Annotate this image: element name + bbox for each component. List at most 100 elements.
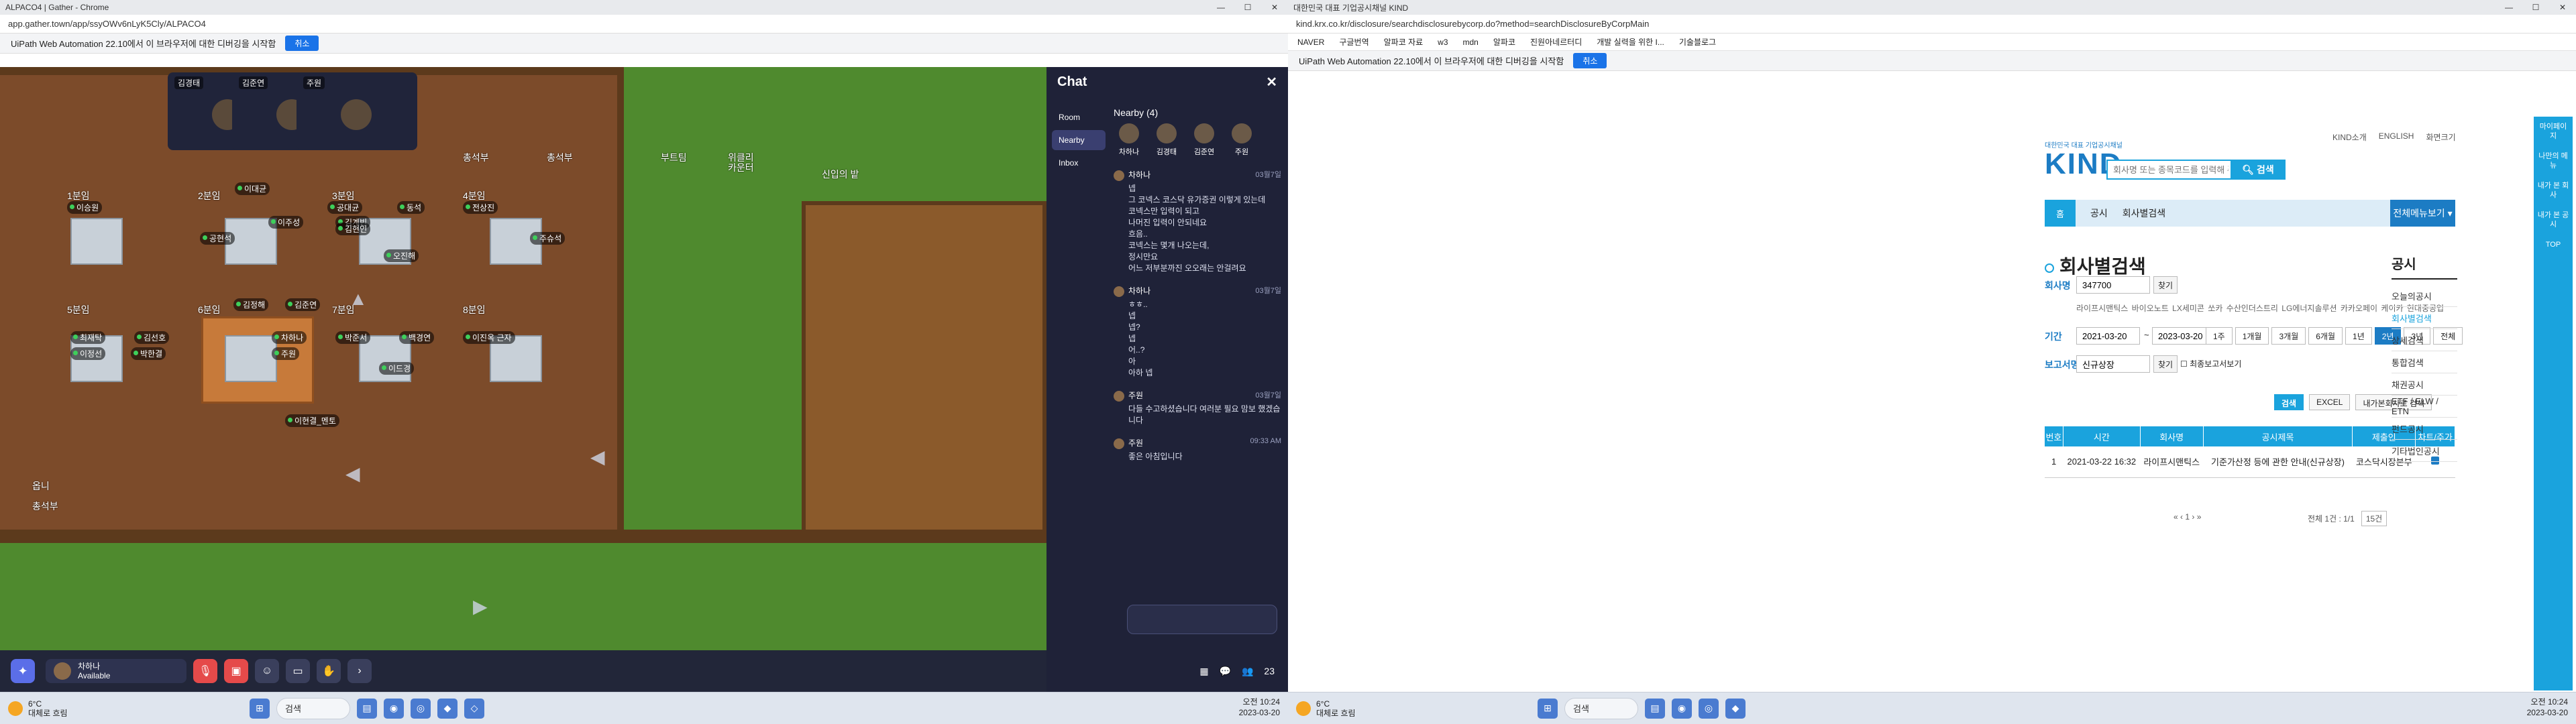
table-cell[interactable]: 라이프시맨틱스 (2140, 446, 2204, 478)
minimize-button[interactable]: — (2496, 0, 2522, 15)
bookmark-item[interactable]: 개발 실력을 위한 I... (1597, 36, 1664, 48)
player-name[interactable]: 주슈석 (530, 232, 566, 245)
side-menu-item[interactable]: 펀드공시 (2392, 418, 2457, 440)
player-name[interactable]: 이대균 (235, 182, 270, 195)
side-menu-item[interactable]: 상세검색 (2392, 329, 2457, 351)
player-name[interactable]: 김선호 (134, 331, 170, 344)
chat-tab-nearby[interactable]: Nearby (1052, 130, 1106, 150)
bookmark-item[interactable]: mdn (1463, 38, 1479, 47)
player-name[interactable]: 이진옥 근자 (463, 331, 515, 344)
player-name[interactable]: 이현결_멘토 (285, 414, 339, 427)
close-button[interactable]: ✕ (2549, 0, 2576, 15)
player-name[interactable]: 김정해 (233, 298, 269, 311)
rail-item[interactable]: 내가 본 공시 (2534, 205, 2573, 235)
player-name[interactable]: 최재탁 (70, 331, 106, 344)
file-explorer-icon[interactable]: ▤ (357, 698, 377, 719)
app-icon[interactable]: ◇ (464, 698, 484, 719)
player-name[interactable]: 김현인 (335, 223, 371, 235)
start-icon[interactable]: ⊞ (250, 698, 270, 719)
period-button[interactable]: 1년 (2345, 327, 2372, 345)
weather-widget[interactable]: 6°C 대체로 흐림 (1296, 699, 1417, 718)
player-name[interactable]: 주원 (272, 347, 300, 360)
bookmark-item[interactable]: 알파코 자료 (1384, 36, 1424, 48)
final-report-checkbox[interactable]: ☐ 최종보고서보기 (2180, 358, 2241, 369)
breadcrumb-item[interactable]: 공시 (2076, 206, 2108, 220)
table-cell[interactable]: 2021-03-22 16:32 (2063, 446, 2141, 478)
chevron-right-icon[interactable]: › (347, 659, 372, 683)
screen-share-icon[interactable]: ▭ (286, 659, 310, 683)
close-icon[interactable]: ✕ (1266, 74, 1277, 90)
weather-widget[interactable]: 6°C 대체로 흐림 (8, 699, 129, 718)
maximize-button[interactable]: ☐ (1234, 0, 1261, 15)
side-menu-item[interactable]: 회사별검색 (2392, 307, 2457, 329)
player-name[interactable]: 박한결 (131, 347, 166, 360)
report-find-button[interactable]: 찾기 (2153, 355, 2178, 373)
nearby-user[interactable]: 차하나 (1114, 123, 1144, 157)
top-link[interactable]: KIND소개 (2332, 131, 2367, 143)
player-name[interactable]: 동석 (397, 201, 425, 214)
gather-logo-icon[interactable]: ✦ (11, 659, 35, 683)
address-bar[interactable]: app.gather.town/app/ssyOWv6nLyK5Cly/ALPA… (0, 15, 1288, 34)
company-suggestions[interactable]: 라이프시맨틱스 바이오노트 LX세미콘 쏘카 수산인더스트리 LG에너지솔루션 … (2076, 302, 2444, 314)
chat-input[interactable] (1127, 605, 1277, 634)
clock[interactable]: 오전 10:24 2023-03-20 (2527, 697, 2568, 718)
player-name[interactable]: 이드경 (379, 362, 415, 375)
app-icon[interactable]: ◆ (1725, 698, 1746, 719)
table-header-cell[interactable]: 시간 (2063, 426, 2141, 446)
nearby-user[interactable]: 김경태 (1151, 123, 1182, 157)
chrome-icon[interactable]: ◎ (411, 698, 431, 719)
breadcrumb-item[interactable]: 회사별검색 (2108, 206, 2165, 220)
player-name[interactable]: 이정선 (70, 347, 106, 360)
rail-item[interactable]: 나만의 메뉴 (2534, 146, 2573, 176)
calendar-icon[interactable]: ▦ (1199, 666, 1208, 677)
app-icon[interactable]: ◆ (437, 698, 458, 719)
tab-title[interactable]: 대한민국 대표 기업공시채널 KIND (1293, 2, 1408, 13)
side-menu-item[interactable]: 통합검색 (2392, 351, 2457, 373)
date-from-input[interactable] (2076, 327, 2140, 345)
player-name[interactable]: 오진해 (384, 249, 419, 262)
infobar-cancel-button[interactable]: 취소 (1573, 53, 1607, 68)
report-input[interactable] (2076, 355, 2150, 373)
bookmark-item[interactable]: w3 (1438, 38, 1448, 47)
chat-icon[interactable]: 💬 (1220, 666, 1231, 677)
period-button[interactable]: 6개월 (2308, 327, 2343, 345)
camera-off-icon[interactable]: ▣ (224, 659, 248, 683)
edge-icon[interactable]: ◉ (1672, 698, 1692, 719)
participants-icon[interactable]: 👥 (1242, 666, 1253, 677)
player-name[interactable]: 박준서 (335, 331, 371, 344)
address-bar[interactable]: kind.krx.co.kr/disclosure/searchdisclosu… (1288, 15, 2576, 34)
excel-button[interactable]: EXCEL (2309, 394, 2351, 410)
my-status[interactable]: 차하나 Available (46, 659, 186, 683)
all-menu-button[interactable]: 전체메뉴보기 ▾ (2390, 200, 2455, 227)
side-menu-item[interactable]: ETF / ELW / ETN (2392, 396, 2457, 418)
bookmark-item[interactable]: 기술블로그 (1679, 36, 1716, 48)
start-icon[interactable]: ⊞ (1538, 698, 1558, 719)
player-name[interactable]: 이주성 (268, 216, 304, 229)
rail-item[interactable]: 내가 본 회사 (2534, 176, 2573, 205)
emoji-icon[interactable]: ☺ (255, 659, 279, 683)
player-name[interactable]: 전상진 (463, 201, 498, 214)
table-header-cell[interactable]: 번호 (2045, 426, 2063, 446)
per-page-select[interactable]: 15건 (2361, 511, 2387, 526)
period-button[interactable]: 3개월 (2271, 327, 2306, 345)
clock[interactable]: 오전 10:24 2023-03-20 (1239, 697, 1280, 718)
table-header-cell[interactable]: 회사명 (2140, 426, 2204, 446)
taskbar-search[interactable]: 검색 (1564, 697, 1638, 719)
search-button[interactable]: 🔍︎ 검색 (2231, 160, 2286, 180)
close-button[interactable]: ✕ (1261, 0, 1288, 15)
bookmark-item[interactable]: 알파코 (1493, 36, 1515, 48)
bookmark-item[interactable]: NAVER (1297, 38, 1324, 47)
file-explorer-icon[interactable]: ▤ (1645, 698, 1665, 719)
hand-icon[interactable]: ✋ (317, 659, 341, 683)
infobar-cancel-button[interactable]: 취소 (285, 36, 319, 51)
minimize-button[interactable]: — (1208, 0, 1234, 15)
taskbar-search[interactable]: 검색 (276, 697, 350, 719)
chat-tab-room[interactable]: Room (1052, 107, 1106, 127)
player-name[interactable]: 차하나 (272, 331, 307, 344)
table-cell[interactable]: 기준가산정 등에 관한 안내(신규상장) (2203, 446, 2353, 478)
rail-item[interactable]: TOP (2534, 235, 2573, 255)
company-input[interactable] (2076, 276, 2150, 294)
breadcrumb-home[interactable]: 홈 (2045, 200, 2076, 227)
side-menu-item[interactable]: 기타법인공시 (2392, 440, 2457, 462)
video-tile[interactable]: 주원 (297, 72, 417, 150)
